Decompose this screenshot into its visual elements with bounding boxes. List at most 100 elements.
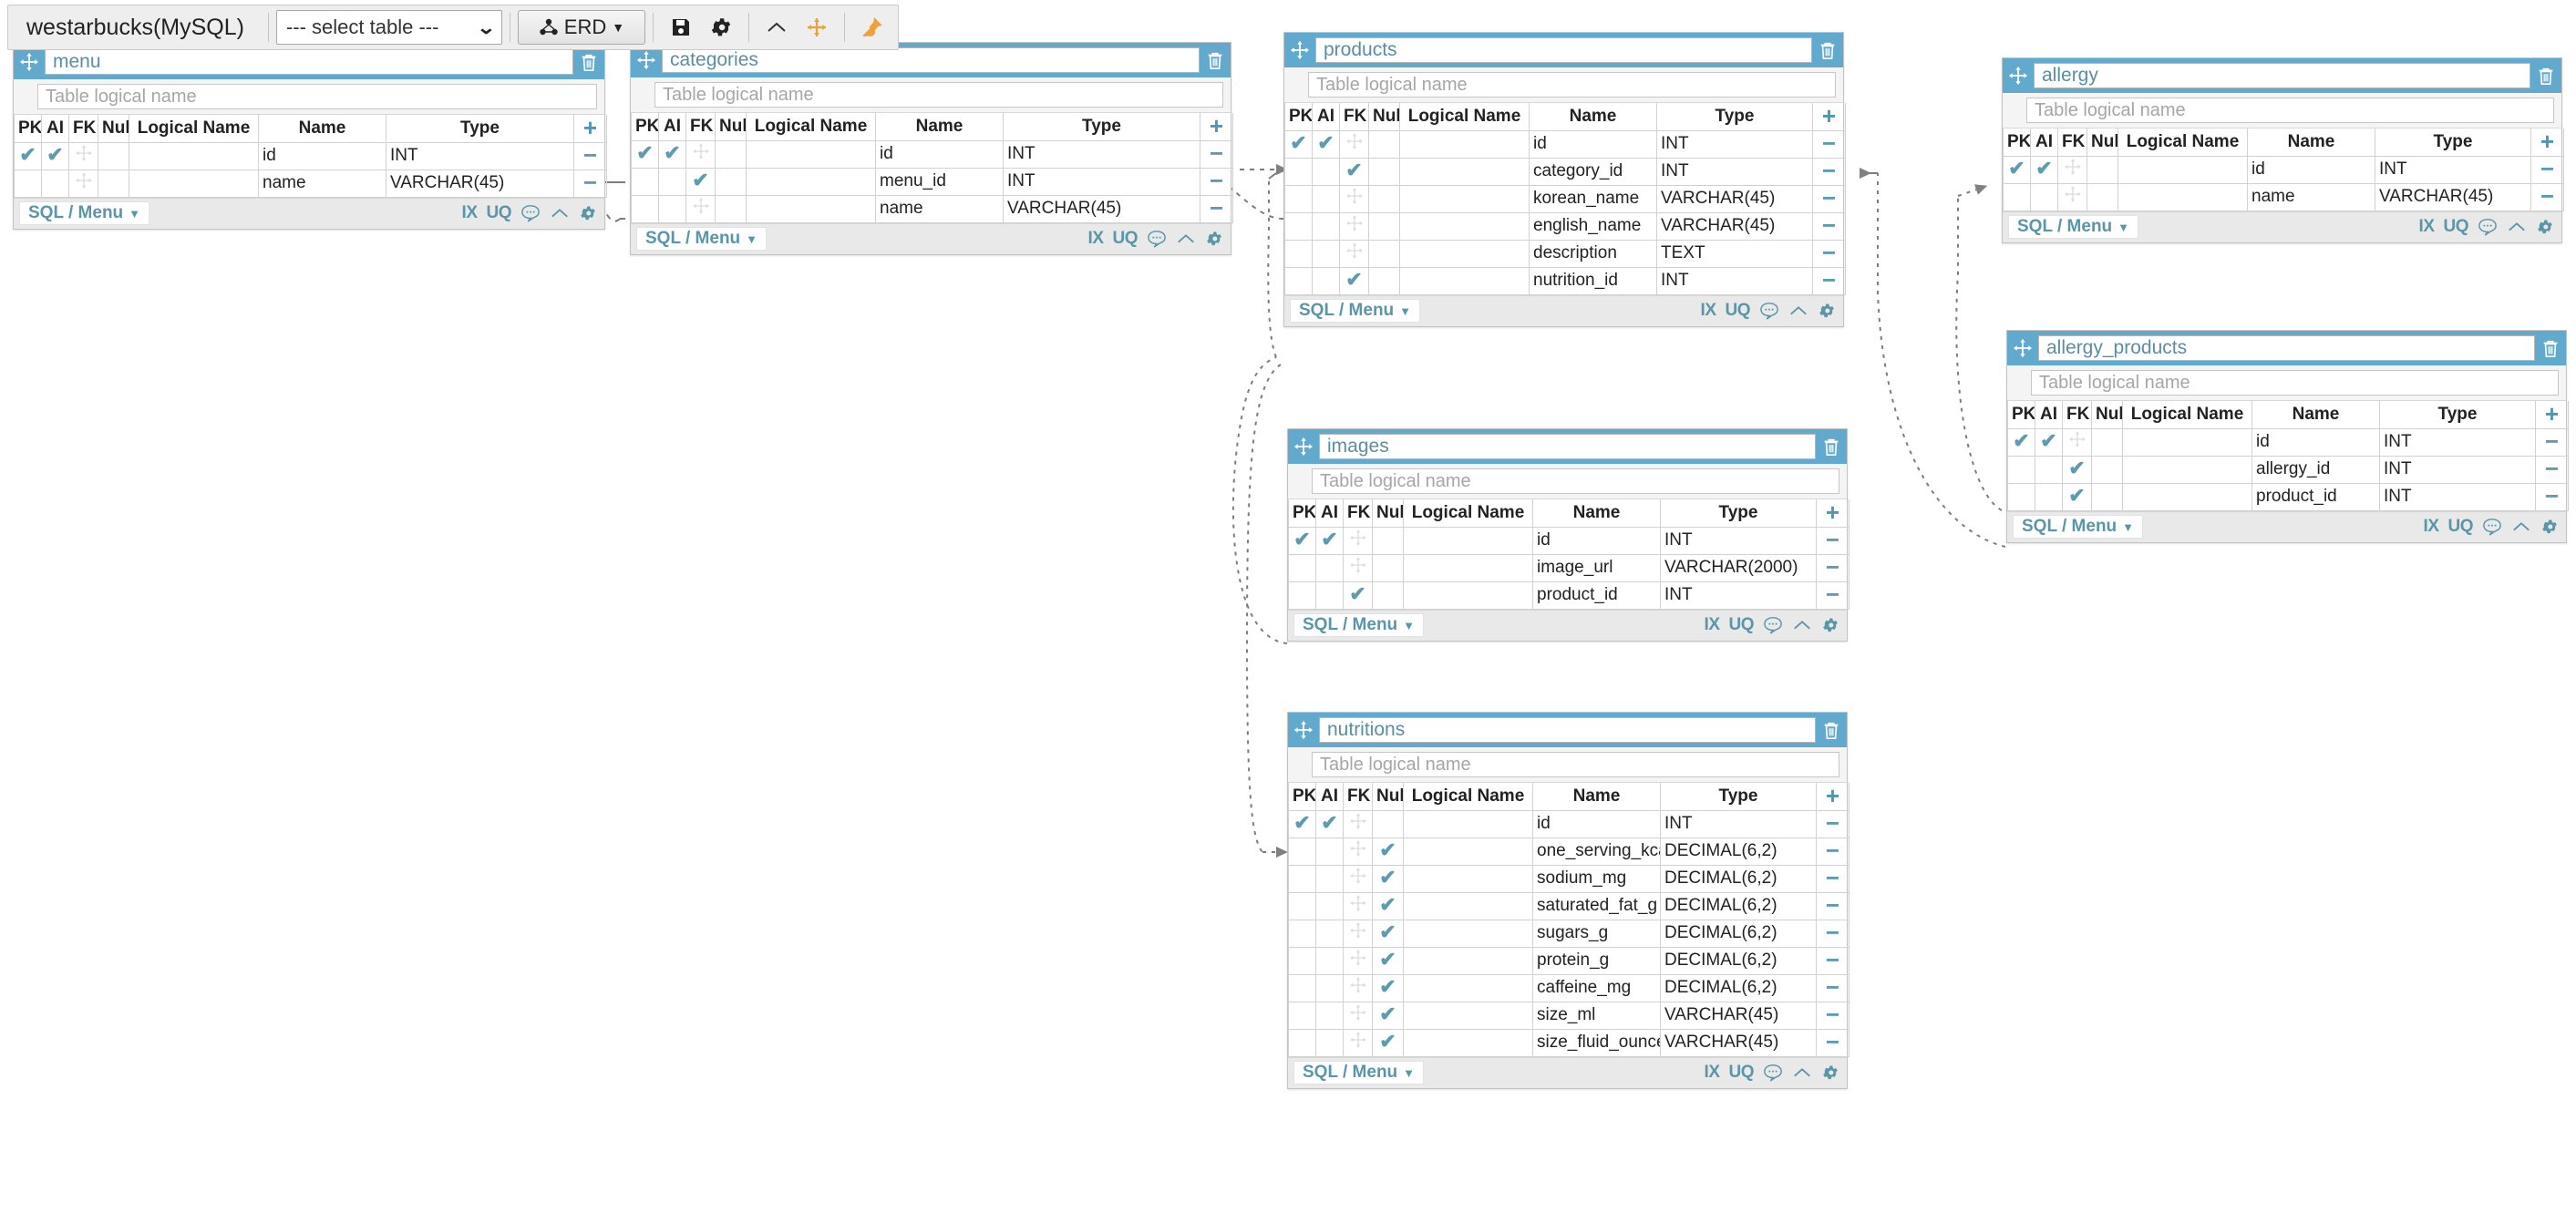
column-pk-cell[interactable] <box>1288 919 1316 948</box>
table-logical-name-input[interactable]: Table logical name <box>2026 98 2554 123</box>
column-type[interactable]: INT <box>1656 157 1813 186</box>
collapse-up-icon[interactable] <box>761 12 792 43</box>
column-name[interactable]: name <box>2247 182 2375 211</box>
column-pk-cell[interactable]: ✔ <box>1284 129 1313 159</box>
column-fk-cell[interactable] <box>1343 864 1373 893</box>
column-fk-cell[interactable]: ✔ <box>1339 266 1369 295</box>
column-logical-name[interactable] <box>1403 1001 1533 1030</box>
column-fk-cell[interactable]: ✔ <box>1339 157 1369 186</box>
column-type[interactable]: INT <box>1003 139 1200 169</box>
table-name-input[interactable]: allergy_products <box>2038 335 2535 361</box>
column-logical-name[interactable] <box>1399 184 1530 213</box>
column-ai-cell[interactable]: ✔ <box>1315 809 1344 838</box>
column-null-cell[interactable] <box>1372 581 1404 610</box>
column-name[interactable]: product_id <box>1532 581 1661 610</box>
table-row[interactable]: ✔ allergy_id INT − <box>2007 455 2569 484</box>
column-name[interactable]: id <box>2251 427 2380 457</box>
column-fk-cell[interactable] <box>2062 427 2092 457</box>
column-logical-name[interactable] <box>1403 809 1533 838</box>
erd-table-allergy[interactable]: allergy Table logical name PKAIFKNullLogic… <box>2002 57 2564 243</box>
table-row[interactable]: name VARCHAR(45) − <box>631 194 1233 223</box>
column-name[interactable]: id <box>1532 526 1661 555</box>
column-type[interactable]: INT <box>1656 266 1813 295</box>
column-ai-cell[interactable]: ✔ <box>1315 526 1344 555</box>
column-logical-name[interactable] <box>1403 946 1533 975</box>
unique-button[interactable]: UQ <box>2448 517 2474 537</box>
gear-icon[interactable] <box>1205 230 1223 248</box>
column-type[interactable]: VARCHAR(45) <box>1656 184 1813 213</box>
table-row[interactable]: ✔ caffeine_mg DECIMAL(6,2) − <box>1288 973 1850 1002</box>
table-row[interactable]: ✔ nutrition_id INT − <box>1284 266 1846 295</box>
table-row[interactable]: ✔ size_fluid_ounce VARCHAR(45) − <box>1288 1028 1850 1057</box>
column-type[interactable]: DECIMAL(6,2) <box>1660 946 1817 975</box>
row-move-icon[interactable] <box>1349 1032 1367 1053</box>
remove-column-button[interactable]: − <box>2535 482 2569 511</box>
column-ai-cell[interactable] <box>1315 891 1344 920</box>
column-name[interactable]: id <box>1529 129 1657 159</box>
sql-menu-button[interactable]: SQL / Menu ▼ <box>19 201 150 225</box>
table-name-input[interactable]: nutritions <box>1319 717 1816 743</box>
table-row[interactable]: ✔ size_ml VARCHAR(45) − <box>1288 1001 1850 1030</box>
table-name-input[interactable]: images <box>1319 434 1816 459</box>
column-null-cell[interactable] <box>2091 427 2123 457</box>
delete-table-icon[interactable] <box>2539 336 2562 360</box>
index-button[interactable]: IX <box>1088 229 1104 249</box>
column-null-cell[interactable] <box>1368 129 1400 159</box>
comment-icon[interactable] <box>2478 218 2498 236</box>
column-pk-cell[interactable] <box>1284 184 1313 213</box>
comment-icon[interactable] <box>1759 302 1779 320</box>
column-fk-cell[interactable] <box>1343 946 1373 975</box>
erd-mode-button[interactable]: ERD ▼ <box>517 10 645 45</box>
column-null-cell[interactable] <box>2087 155 2118 184</box>
column-ai-cell[interactable] <box>2030 182 2058 211</box>
comment-icon[interactable] <box>520 204 541 222</box>
column-pk-cell[interactable] <box>1288 891 1316 920</box>
select-table-dropdown[interactable]: --- select table --- ⌄ <box>275 10 502 45</box>
column-name[interactable]: size_ml <box>1532 1001 1661 1030</box>
column-pk-cell[interactable] <box>2007 455 2035 484</box>
column-fk-cell[interactable] <box>1339 184 1369 213</box>
remove-column-button[interactable]: − <box>1816 837 1850 866</box>
column-name[interactable]: image_url <box>1532 553 1661 582</box>
column-null-cell[interactable]: ✔ <box>1372 1001 1404 1030</box>
column-logical-name[interactable] <box>746 139 876 169</box>
column-type[interactable]: DECIMAL(6,2) <box>1660 973 1817 1002</box>
remove-column-button[interactable]: − <box>1816 864 1850 893</box>
unique-button[interactable]: UQ <box>1113 229 1139 249</box>
delete-table-icon[interactable] <box>1819 435 1843 458</box>
column-logical-name[interactable] <box>2117 155 2248 184</box>
row-move-icon[interactable] <box>692 143 710 165</box>
column-fk-cell[interactable]: ✔ <box>1343 581 1373 610</box>
column-pk-cell[interactable] <box>2003 182 2031 211</box>
column-name[interactable]: nutrition_id <box>1529 266 1657 295</box>
column-pk-cell[interactable] <box>1284 266 1313 295</box>
table-move-icon[interactable] <box>1292 435 1315 458</box>
column-null-cell[interactable] <box>1372 553 1404 582</box>
column-null-cell[interactable] <box>1372 809 1404 838</box>
column-ai-cell[interactable] <box>1312 211 1340 241</box>
column-pk-cell[interactable] <box>1288 1028 1316 1057</box>
column-ai-cell[interactable] <box>1312 239 1340 268</box>
table-name-input[interactable]: products <box>1315 37 1812 63</box>
column-ai-cell[interactable]: ✔ <box>41 141 69 170</box>
column-logical-name[interactable] <box>2122 427 2252 457</box>
remove-column-button[interactable]: − <box>1812 239 1846 268</box>
column-pk-cell[interactable]: ✔ <box>1288 526 1316 555</box>
column-name[interactable]: name <box>875 194 1004 223</box>
column-pk-cell[interactable]: ✔ <box>14 141 42 170</box>
column-null-cell[interactable] <box>1368 266 1400 295</box>
remove-column-button[interactable]: − <box>1816 553 1850 582</box>
table-row[interactable]: ✔ ✔ id INT − <box>14 141 607 170</box>
column-fk-cell[interactable] <box>1339 239 1369 268</box>
column-pk-cell[interactable]: ✔ <box>1288 809 1316 838</box>
column-null-cell[interactable] <box>2087 182 2118 211</box>
column-logical-name[interactable] <box>1399 211 1530 241</box>
table-row[interactable]: korean_name VARCHAR(45) − <box>1284 184 1846 213</box>
gear-icon[interactable] <box>706 12 737 43</box>
row-move-icon[interactable] <box>1349 840 1367 862</box>
sql-menu-button[interactable]: SQL / Menu ▼ <box>1293 1061 1425 1084</box>
add-column-button[interactable]: + <box>1812 103 1846 131</box>
column-null-cell[interactable] <box>715 167 747 196</box>
table-row[interactable]: ✔ ✔ id INT − <box>631 139 1233 169</box>
column-name[interactable]: allergy_id <box>2251 455 2380 484</box>
